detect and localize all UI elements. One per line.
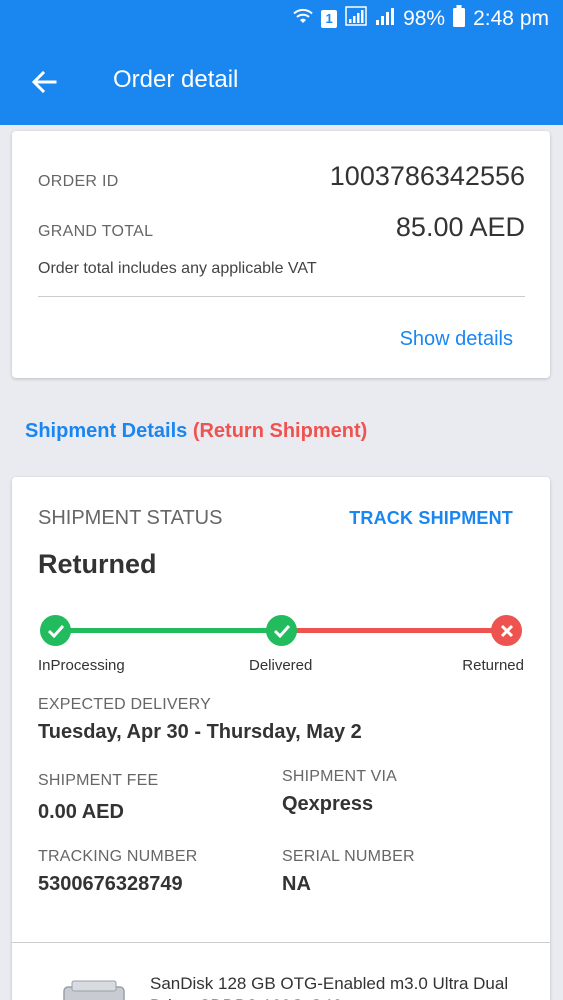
progress-line-complete: [56, 628, 282, 633]
product-thumbnail[interactable]: [54, 977, 134, 1000]
shipment-section-heading: Shipment Details (Return Shipment): [25, 420, 367, 443]
serial-number-value: NA: [282, 873, 311, 895]
summary-divider: [38, 296, 525, 297]
status-bar: 1 98% 2:48 pm: [0, 0, 563, 38]
shipment-via-label: SHIPMENT VIA: [282, 768, 398, 785]
sim-slot-badge: 1: [321, 10, 338, 28]
shipment-via-value: Qexpress: [282, 793, 374, 815]
expected-delivery-value: Tuesday, Apr 30 - Thursday, May 2: [38, 721, 362, 743]
shipment-status-value: Returned: [38, 549, 157, 579]
tracking-number-label: TRACKING NUMBER: [38, 848, 198, 865]
shipment-fee-value: 0.00 AED: [38, 801, 124, 823]
track-shipment-button[interactable]: TRACK SHIPMENT: [349, 508, 513, 529]
shipment-fee-label: SHIPMENT FEE: [38, 772, 159, 789]
serial-number-label: SERIAL NUMBER: [282, 848, 415, 865]
clock-time: 2:48 pm: [473, 7, 549, 30]
step-label-delivered: Delivered: [249, 657, 313, 674]
battery-percent: 98%: [403, 7, 446, 30]
back-button[interactable]: [22, 60, 66, 104]
progress-line-returned: [282, 628, 506, 633]
shipment-status-label: SHIPMENT STATUS: [38, 507, 223, 529]
battery-icon: [453, 5, 466, 33]
arrow-left-icon: [31, 71, 57, 93]
order-id-label: ORDER ID: [38, 173, 119, 190]
return-shipment-subtitle: (Return Shipment): [192, 420, 368, 442]
signal-icon-sim2: [375, 6, 395, 32]
status-bar-right: 1 98% 2:48 pm: [293, 5, 549, 33]
page-title: Order detail: [113, 66, 239, 93]
step-delivered-dot: [266, 615, 297, 646]
shipment-card: SHIPMENT STATUS TRACK SHIPMENT Returned …: [12, 477, 550, 1000]
step-inprocessing-dot: [40, 615, 71, 646]
step-label-inprocessing: InProcessing: [38, 657, 125, 674]
step-returned-dot: [491, 615, 522, 646]
order-summary-card: ORDER ID 1003786342556 GRAND TOTAL 85.00…: [12, 131, 550, 378]
vat-note: Order total includes any applicable VAT: [38, 260, 317, 277]
check-icon: [47, 624, 64, 638]
close-icon: [500, 624, 513, 637]
order-id-value: 1003786342556: [329, 161, 525, 191]
signal-icon-sim1: [345, 6, 367, 32]
check-icon: [273, 624, 290, 638]
grand-total-label: GRAND TOTAL: [38, 223, 154, 240]
tracking-number-value: 5300676328749: [38, 873, 183, 895]
app-bar: Order detail: [0, 38, 563, 125]
grand-total-value: 85.00 AED: [395, 212, 525, 242]
product-name[interactable]: SanDisk 128 GB OTG-Enabled m3.0 Ultra Du…: [150, 973, 510, 1000]
show-details-link[interactable]: Show details: [400, 328, 513, 351]
product-divider: [12, 942, 550, 943]
step-label-returned: Returned: [462, 657, 524, 674]
shipment-details-title: Shipment Details: [25, 420, 188, 442]
expected-delivery-label: EXPECTED DELIVERY: [38, 696, 211, 713]
shipment-progress-stepper: InProcessing Delivered Returned: [12, 613, 550, 683]
wifi-icon: [293, 7, 313, 31]
